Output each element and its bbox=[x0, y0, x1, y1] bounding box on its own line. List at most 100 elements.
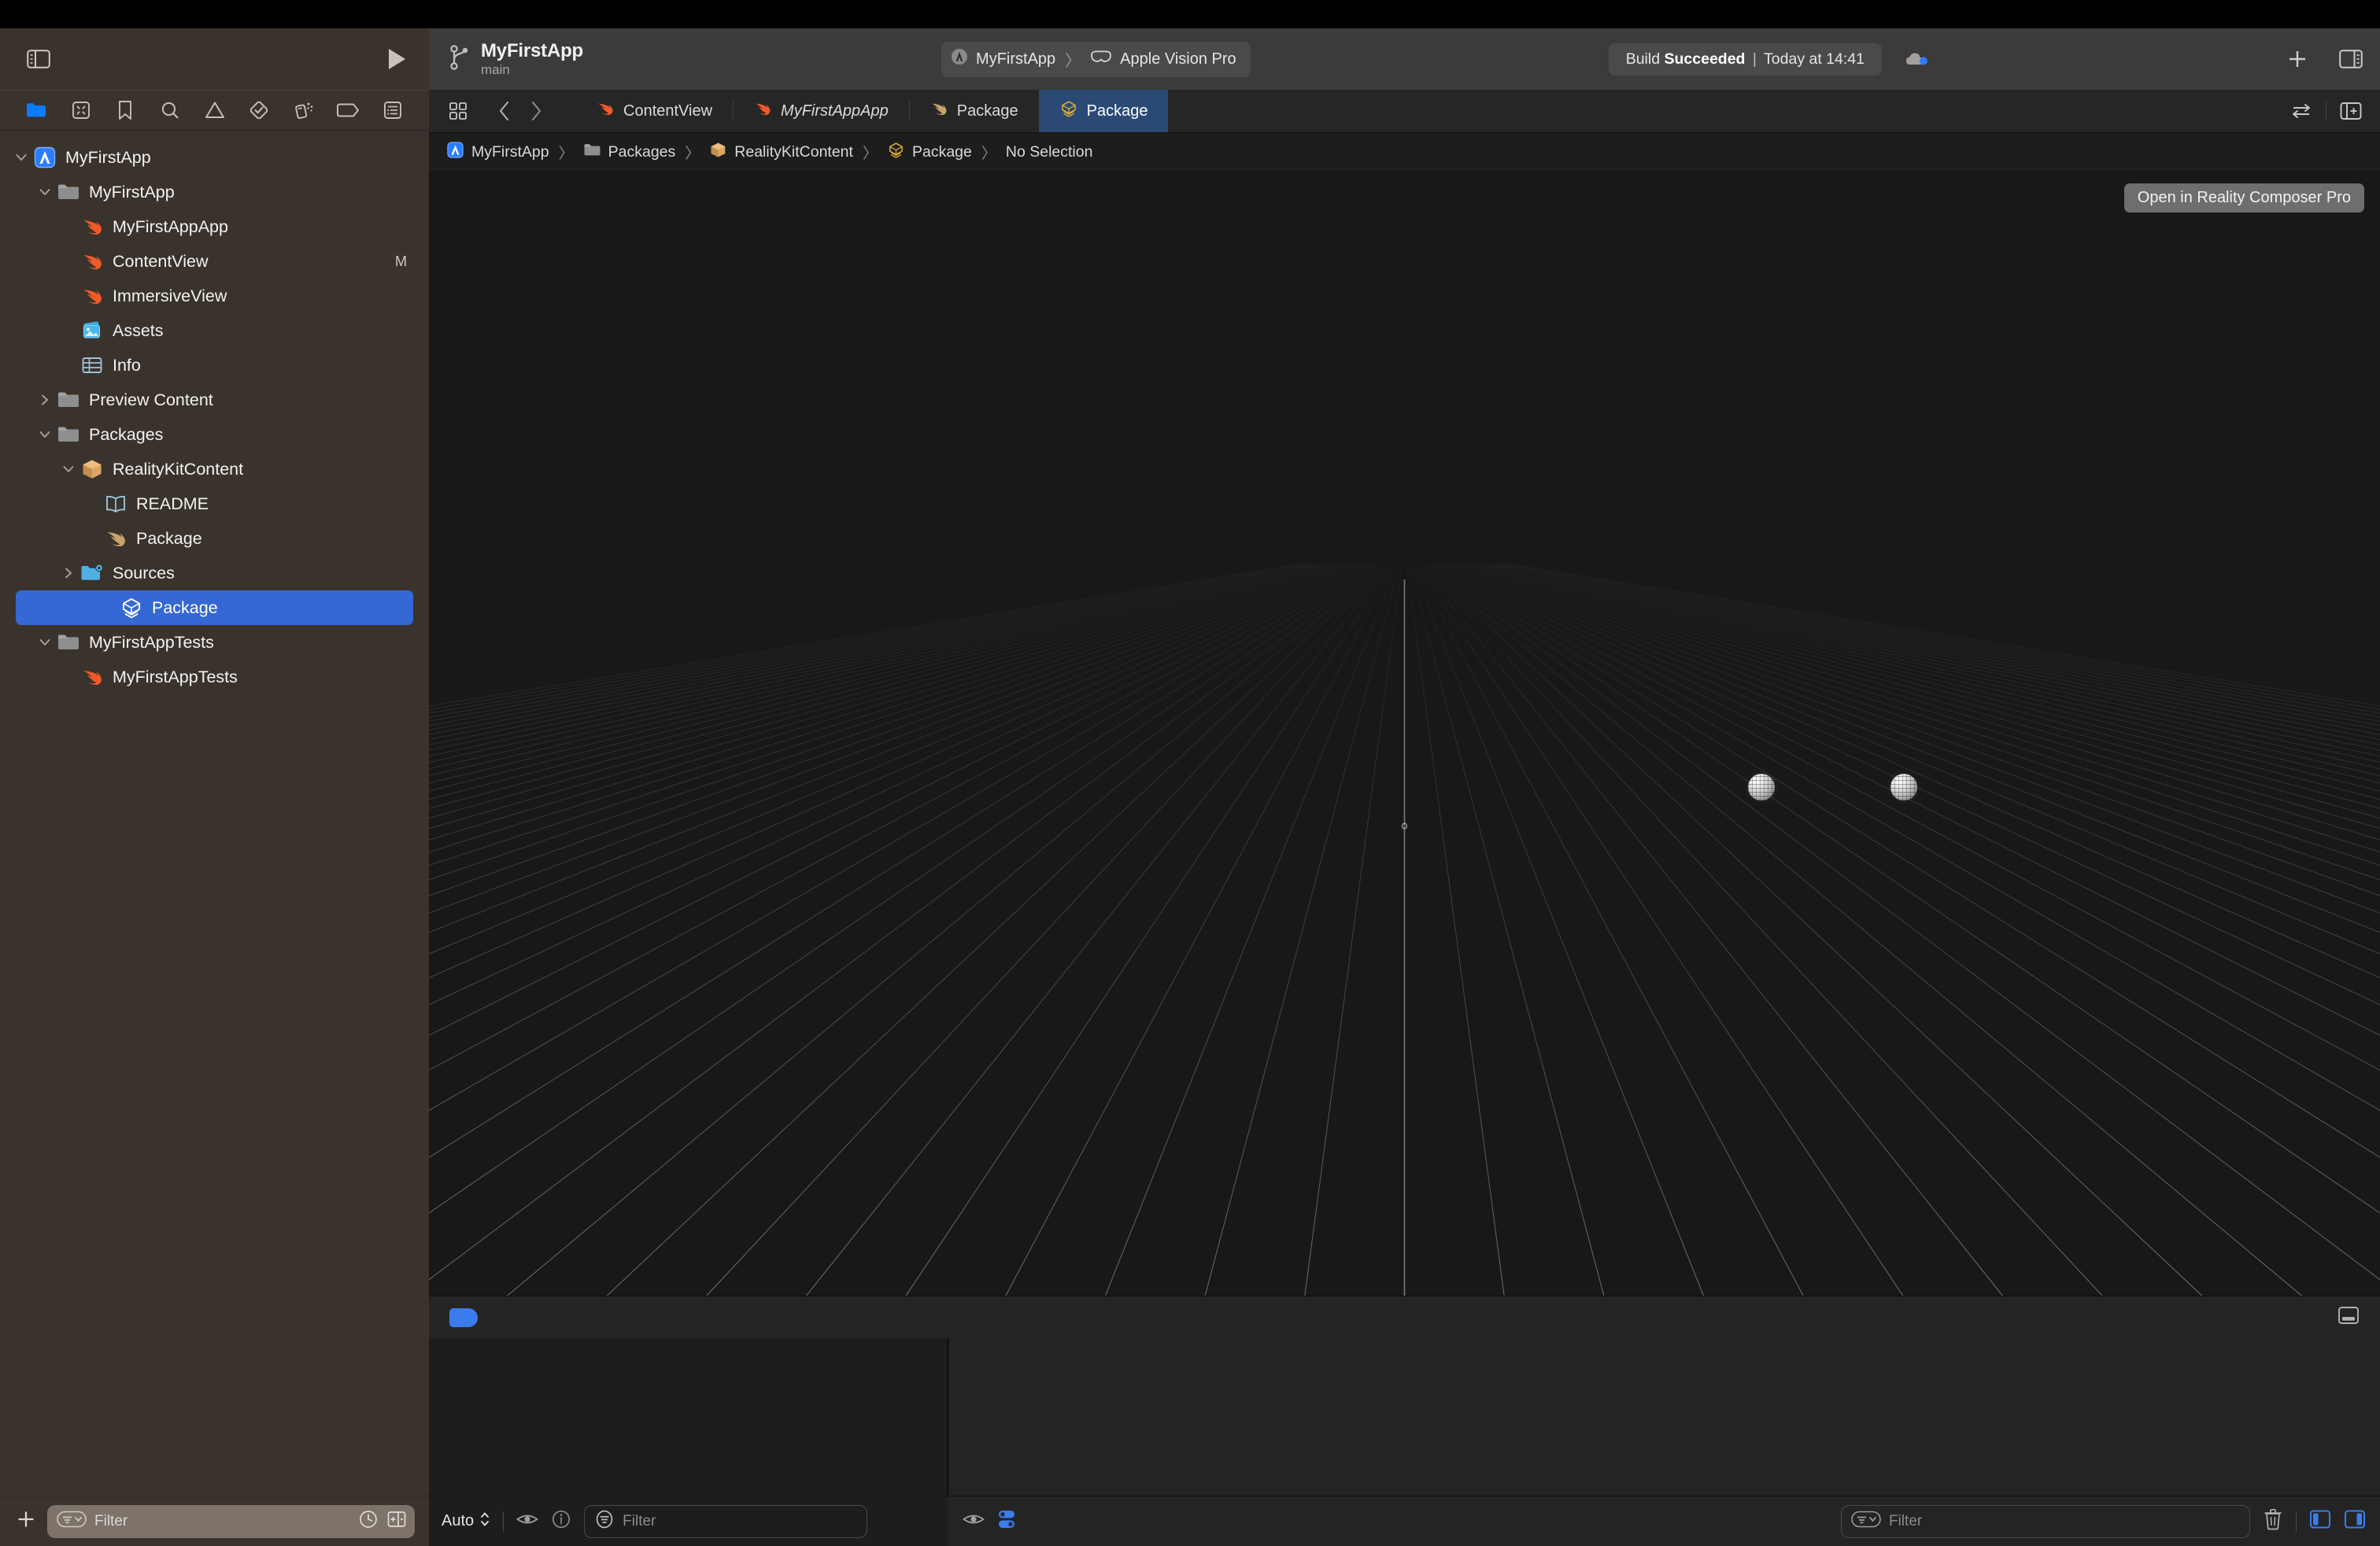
disclosure-triangle[interactable] bbox=[35, 393, 55, 407]
inspector-pane[interactable] bbox=[948, 1338, 2380, 1496]
tree-row[interactable]: Info bbox=[0, 348, 429, 383]
swift-file-icon bbox=[79, 284, 105, 308]
editor-tab[interactable]: ContentView bbox=[575, 90, 733, 132]
breadcrumb-item[interactable]: MyFirstApp bbox=[446, 141, 549, 164]
tree-row[interactable]: README bbox=[0, 486, 429, 521]
disclosure-triangle[interactable] bbox=[35, 427, 55, 442]
scheme-indicator[interactable]: MyFirstApp main bbox=[449, 40, 583, 77]
destination-project-label: MyFirstApp bbox=[976, 50, 1056, 68]
editor-tab[interactable]: MyFirstAppApp bbox=[733, 90, 909, 132]
right-pane-toggle-icon[interactable] bbox=[2344, 1509, 2366, 1533]
chevron-left-icon[interactable] bbox=[491, 98, 518, 124]
folder-icon bbox=[55, 180, 82, 204]
disclosure-triangle[interactable] bbox=[58, 566, 79, 580]
sidebar-right-icon[interactable] bbox=[2339, 50, 2363, 68]
disclosure-triangle[interactable] bbox=[58, 462, 79, 476]
filter-dropdown-icon[interactable] bbox=[1851, 1510, 1881, 1533]
report-navigator-icon[interactable] bbox=[375, 101, 410, 120]
tree-row[interactable]: ContentView M bbox=[0, 244, 429, 279]
tree-row[interactable]: MyFirstAppTests bbox=[0, 625, 429, 660]
left-pane-toggle-icon[interactable] bbox=[2309, 1509, 2331, 1533]
tree-row[interactable]: MyFirstApp bbox=[0, 140, 429, 175]
blue-toggles-icon[interactable] bbox=[997, 1508, 1016, 1534]
disclosure-triangle[interactable] bbox=[35, 635, 55, 649]
tree-row-label: README bbox=[136, 494, 209, 513]
layout-bottom-icon[interactable] bbox=[2338, 1305, 2360, 1330]
editor-tab-active[interactable]: Package bbox=[1038, 90, 1169, 132]
source-control-split-icon[interactable] bbox=[386, 1509, 407, 1534]
tree-row-label: Package bbox=[152, 597, 218, 617]
breadcrumb-item[interactable]: Package bbox=[887, 141, 972, 164]
main-toolbar: MyFirstApp main MyFirstApp 〉 Apple Visio… bbox=[0, 28, 2380, 90]
disclosure-triangle[interactable] bbox=[35, 185, 55, 199]
tree-row[interactable]: Assets bbox=[0, 313, 429, 348]
breadcrumb-item[interactable]: Packages bbox=[583, 141, 676, 164]
tree-row-selected[interactable]: Package bbox=[16, 590, 413, 625]
breadcrumb-label: Packages bbox=[608, 143, 676, 161]
open-in-reality-composer-pro-button[interactable]: Open in Reality Composer Pro bbox=[2123, 183, 2364, 213]
vision-pro-icon bbox=[1090, 50, 1112, 68]
debug-navigator-icon[interactable] bbox=[286, 100, 321, 120]
bookmark-navigator-icon[interactable] bbox=[108, 100, 142, 120]
blue-tag-icon[interactable] bbox=[449, 1307, 478, 1327]
plus-icon[interactable] bbox=[2287, 49, 2308, 69]
folder-icon bbox=[55, 423, 82, 446]
perspective-grid bbox=[429, 563, 2380, 1296]
eye-icon[interactable] bbox=[516, 1511, 539, 1532]
add-editor-icon[interactable] bbox=[2338, 98, 2364, 124]
tree-row[interactable]: Preview Content bbox=[0, 383, 429, 417]
tree-row[interactable]: MyFirstAppTests bbox=[0, 660, 429, 694]
run-destination-picker[interactable]: MyFirstApp 〉 Apple Vision Pro bbox=[941, 41, 1251, 77]
build-status-bar[interactable]: Build Succeeded | Today at 14:41 bbox=[1608, 43, 1882, 76]
filter-dropdown-icon[interactable] bbox=[57, 1510, 87, 1533]
inspector-filter-placeholder: Filter bbox=[1889, 1512, 1923, 1529]
plus-icon[interactable] bbox=[16, 1509, 36, 1533]
tree-row[interactable]: Sources bbox=[0, 556, 429, 590]
sphere-right[interactable] bbox=[1890, 774, 1917, 801]
tab-overview-icon[interactable] bbox=[445, 98, 471, 124]
project-file-tree: MyFirstApp MyFirstApp MyFirstAppApp Content… bbox=[0, 131, 429, 1496]
editor-tab-bar: ContentView MyFirstAppApp Package Package bbox=[429, 90, 2380, 133]
tree-row[interactable]: Package bbox=[0, 521, 429, 556]
scheme-branch-name: main bbox=[481, 61, 510, 77]
tree-row[interactable]: RealityKitContent bbox=[0, 452, 429, 486]
chevron-right-icon[interactable] bbox=[523, 98, 549, 124]
play-icon[interactable] bbox=[386, 47, 407, 71]
breadcrumb-label: RealityKitContent bbox=[734, 143, 853, 161]
cloud-status-icon[interactable] bbox=[1904, 50, 1929, 68]
find-navigator-icon[interactable] bbox=[153, 101, 187, 120]
trash-icon[interactable] bbox=[2263, 1508, 2283, 1534]
tree-row[interactable]: MyFirstAppApp bbox=[0, 209, 429, 244]
breadcrumb-item[interactable]: No Selection bbox=[1006, 143, 1093, 161]
clock-icon[interactable] bbox=[358, 1509, 379, 1534]
tree-row-label: Preview Content bbox=[89, 390, 213, 409]
tree-row-label: Sources bbox=[113, 563, 175, 583]
navigator-filter-field[interactable]: Filter bbox=[47, 1504, 415, 1538]
git-branch-icon bbox=[449, 44, 470, 75]
disclosure-triangle[interactable] bbox=[11, 150, 31, 165]
info-circle-icon[interactable] bbox=[551, 1509, 571, 1533]
sidebar-left-icon[interactable] bbox=[27, 50, 50, 68]
sphere-left[interactable] bbox=[1748, 774, 1775, 801]
issue-navigator-icon[interactable] bbox=[198, 101, 232, 120]
project-navigator-icon[interactable] bbox=[19, 102, 54, 119]
source-control-navigator-icon[interactable] bbox=[64, 101, 98, 120]
swap-editors-icon[interactable] bbox=[2288, 98, 2315, 124]
tree-row[interactable]: MyFirstApp bbox=[0, 175, 429, 209]
tree-row-label: Package bbox=[136, 528, 202, 548]
tree-row[interactable]: Packages bbox=[0, 417, 429, 452]
test-navigator-icon[interactable] bbox=[242, 100, 276, 120]
scale-selector[interactable]: Auto bbox=[442, 1511, 490, 1533]
inspector-filter-field[interactable]: Filter bbox=[1841, 1504, 2250, 1538]
build-status-result: Succeeded bbox=[1664, 50, 1746, 68]
breakpoint-navigator-icon[interactable] bbox=[331, 102, 365, 118]
editor-tab[interactable]: Package bbox=[908, 90, 1039, 132]
hierarchy-filter-field[interactable]: Filter bbox=[584, 1504, 868, 1538]
tree-row[interactable]: ImmersiveView bbox=[0, 279, 429, 313]
reality-viewport[interactable]: Open in Reality Composer Pro bbox=[429, 172, 2380, 1296]
eye-icon[interactable] bbox=[963, 1511, 985, 1532]
hierarchy-pane[interactable] bbox=[429, 1338, 948, 1496]
breadcrumb-item[interactable]: RealityKitContent bbox=[709, 141, 853, 164]
tree-row-status-mark: M bbox=[395, 253, 407, 269]
tree-row-label: Assets bbox=[113, 320, 164, 340]
